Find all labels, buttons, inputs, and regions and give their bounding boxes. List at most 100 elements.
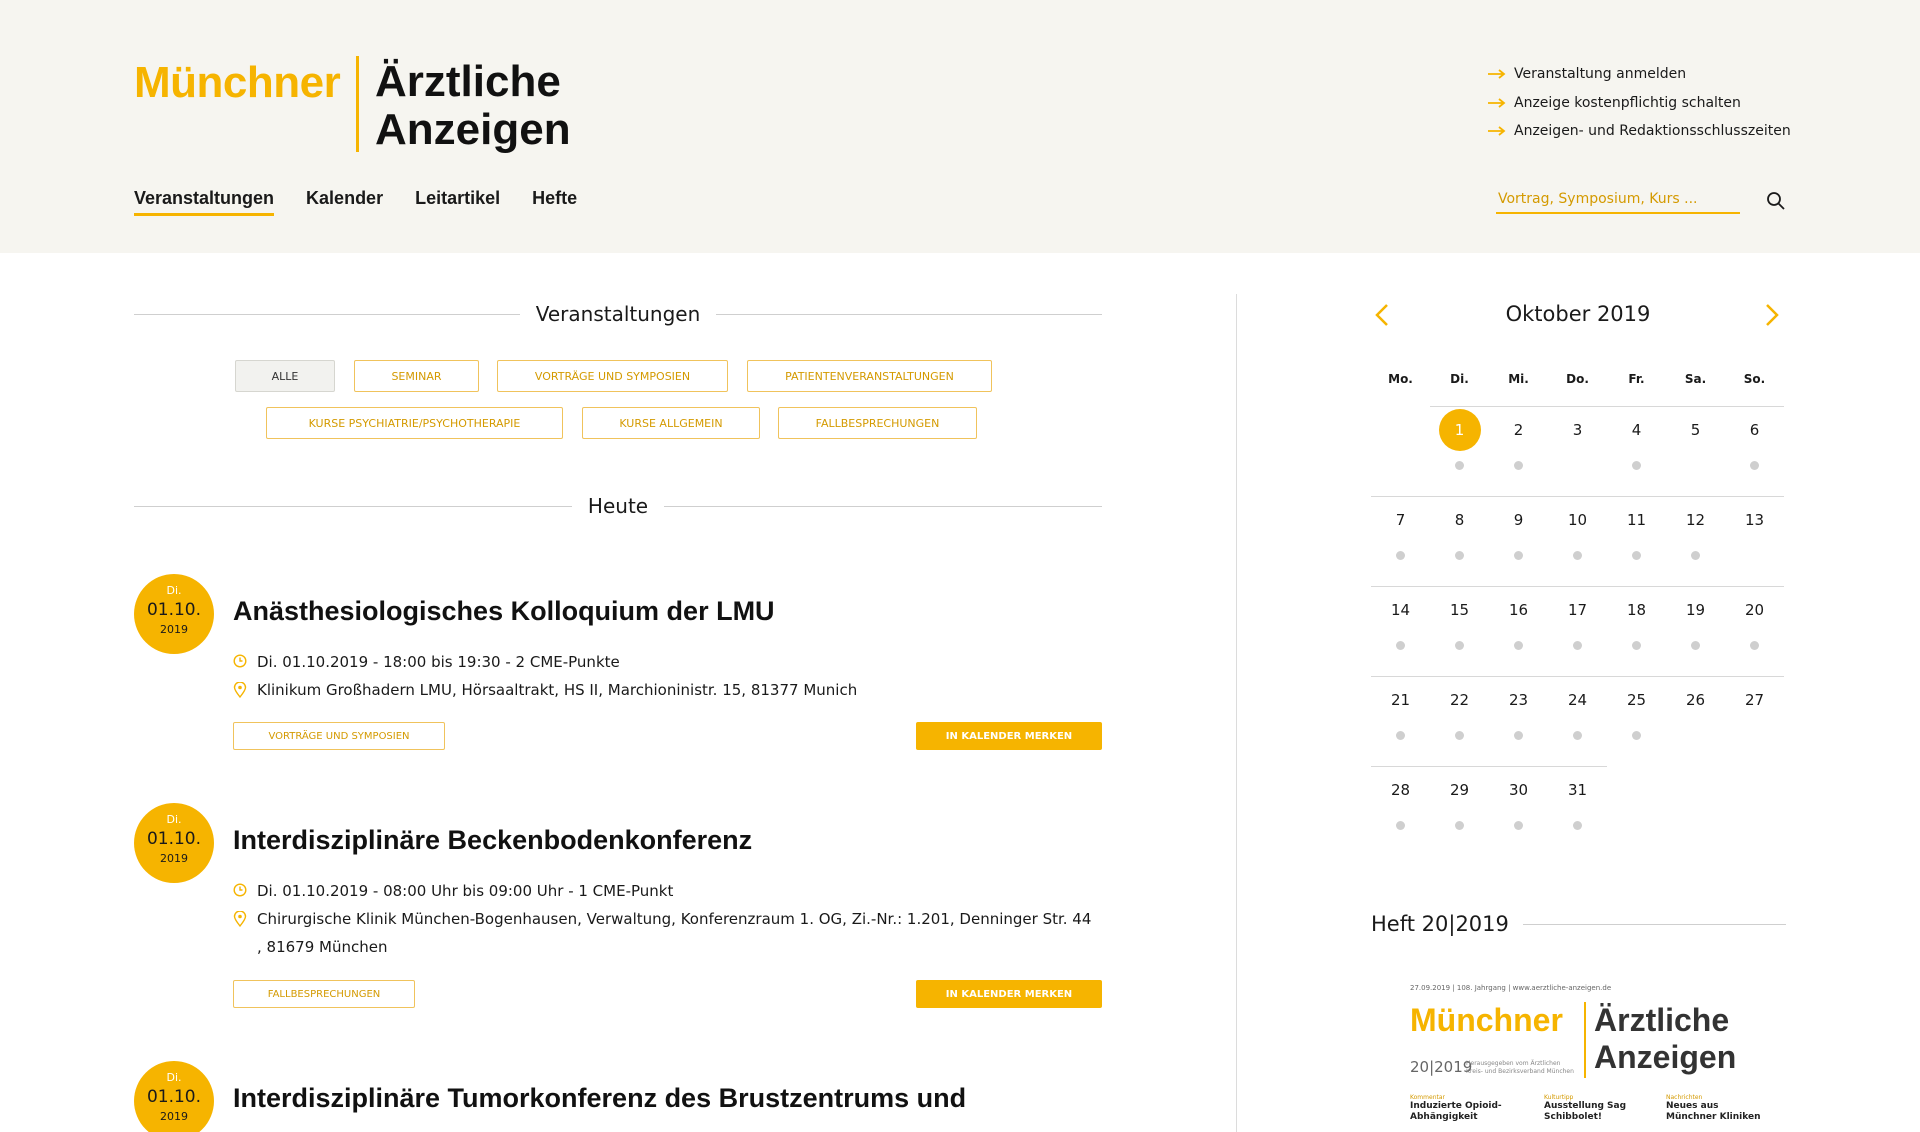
calendar-day-number: 3 bbox=[1572, 421, 1583, 439]
filter-fallbesprechungen[interactable]: FALLBESPRECHUNGEN bbox=[778, 407, 977, 439]
nav-item-leitartikel[interactable]: Leitartikel bbox=[415, 188, 500, 216]
calendar-day[interactable]: 30 bbox=[1489, 769, 1548, 830]
calendar-day[interactable]: 28 bbox=[1371, 769, 1430, 830]
calendar-day[interactable]: 9 bbox=[1489, 499, 1548, 560]
calendar-day[interactable]: 4 bbox=[1607, 409, 1666, 470]
calendar-row-separator bbox=[1371, 766, 1607, 767]
event-title[interactable]: Interdisziplinäre Beckenbodenkonferenz bbox=[233, 825, 752, 856]
calendar-day-number: 9 bbox=[1513, 511, 1524, 529]
calendar-day[interactable]: 24 bbox=[1548, 679, 1607, 740]
cover-teaser-kicker: Kulturtipp bbox=[1544, 1094, 1574, 1101]
quick-link-deadlines[interactable]: Anzeigen- und Redaktionsschlusszeiten bbox=[1488, 117, 1791, 146]
date-badge-year: 2019 bbox=[160, 623, 188, 636]
calendar-day[interactable]: 7 bbox=[1371, 499, 1430, 560]
calendar-day-number: 15 bbox=[1449, 601, 1470, 619]
logo-line-2: Anzeigen bbox=[375, 105, 571, 154]
add-to-calendar-button[interactable]: IN KALENDER MERKEN bbox=[916, 980, 1102, 1008]
nav-item-veranstaltungen[interactable]: Veranstaltungen bbox=[134, 188, 275, 216]
filter-seminar[interactable]: SEMINAR bbox=[354, 360, 479, 392]
calendar-day[interactable]: 17 bbox=[1548, 589, 1607, 650]
event-title[interactable]: Interdisziplinäre Tumorkonferenz des Bru… bbox=[233, 1083, 966, 1114]
calendar-day-number: 21 bbox=[1390, 691, 1411, 709]
calendar-day[interactable]: 20 bbox=[1725, 589, 1784, 650]
nav-item-kalender[interactable]: Kalender bbox=[306, 188, 383, 216]
search-input[interactable] bbox=[1496, 186, 1740, 214]
nav-item-hefte[interactable]: Hefte bbox=[532, 188, 577, 216]
quick-link-paid-ad[interactable]: Anzeige kostenpflichtig schalten bbox=[1488, 89, 1791, 118]
quick-link-event-register[interactable]: Veranstaltung anmelden bbox=[1488, 60, 1791, 89]
calendar-day[interactable]: 21 bbox=[1371, 679, 1430, 740]
calendar-day[interactable]: 23 bbox=[1489, 679, 1548, 740]
event-location: Chirurgische Klinik München-Bogenhausen,… bbox=[233, 905, 1093, 961]
filter-kurse-allgemein[interactable]: KURSE ALLGEMEIN bbox=[582, 407, 760, 439]
search-icon[interactable] bbox=[1766, 191, 1786, 211]
calendar-day[interactable]: 6 bbox=[1725, 409, 1784, 470]
calendar-row-separator bbox=[1371, 676, 1784, 677]
calendar-event-dot bbox=[1396, 821, 1405, 830]
calendar-day-number: 19 bbox=[1685, 601, 1706, 619]
calendar-day[interactable]: 3 bbox=[1548, 409, 1607, 451]
location-pin-icon bbox=[233, 905, 257, 961]
calendar-day[interactable]: 31 bbox=[1548, 769, 1607, 830]
calendar-day[interactable]: 22 bbox=[1430, 679, 1489, 740]
calendar-day[interactable]: 10 bbox=[1548, 499, 1607, 560]
event-title[interactable]: Anästhesiologisches Kolloquium der LMU bbox=[233, 596, 775, 627]
calendar-day[interactable]: 8 bbox=[1430, 499, 1489, 560]
calendar-day[interactable]: 14 bbox=[1371, 589, 1430, 650]
calendar-day-number: 2 bbox=[1513, 421, 1524, 439]
event-category-tag[interactable]: VORTRÄGE UND SYMPOSIEN bbox=[233, 722, 445, 750]
calendar-event-dot bbox=[1514, 821, 1523, 830]
date-badge: Di. 01.10. 2019 bbox=[134, 1061, 214, 1132]
calendar-event-dot bbox=[1573, 551, 1582, 560]
divider-line bbox=[134, 505, 572, 507]
date-badge-year: 2019 bbox=[160, 852, 188, 865]
calendar-day[interactable]: 2 bbox=[1489, 409, 1548, 470]
section-title: Veranstaltungen bbox=[535, 302, 701, 326]
calendar-event-dot bbox=[1691, 551, 1700, 560]
calendar-day-number: 22 bbox=[1449, 691, 1470, 709]
calendar-day[interactable]: 13 bbox=[1725, 499, 1784, 541]
event-time: Di. 01.10.2019 - 18:00 bis 19:30 - 2 CME… bbox=[233, 648, 620, 676]
clock-icon bbox=[233, 648, 257, 676]
calendar-day-number: 14 bbox=[1390, 601, 1411, 619]
calendar-weekday-label: Di. bbox=[1450, 372, 1469, 386]
cover-teaser-title: Neues aus Münchner Kliniken bbox=[1666, 1101, 1761, 1122]
filter-patientenveranstaltungen[interactable]: PATIENTENVERANSTALTUNGEN bbox=[747, 360, 992, 392]
event-category-tag[interactable]: FALLBESPRECHUNGEN bbox=[233, 980, 415, 1008]
calendar-event-dot bbox=[1573, 731, 1582, 740]
calendar-day[interactable]: 29 bbox=[1430, 769, 1489, 830]
calendar-event-dot bbox=[1514, 551, 1523, 560]
calendar-event-dot bbox=[1514, 641, 1523, 650]
calendar-day[interactable]: 18 bbox=[1607, 589, 1666, 650]
calendar-day-number: 28 bbox=[1390, 781, 1411, 799]
calendar-day[interactable]: 19 bbox=[1666, 589, 1725, 650]
calendar-next-month-chevron-right-icon[interactable] bbox=[1762, 300, 1782, 330]
calendar-day[interactable]: 12 bbox=[1666, 499, 1725, 560]
calendar-day[interactable]: 27 bbox=[1725, 679, 1784, 721]
calendar-day-number: 7 bbox=[1395, 511, 1406, 529]
calendar-event-dot bbox=[1632, 731, 1641, 740]
calendar-event-dot bbox=[1632, 551, 1641, 560]
cover-logo-divider bbox=[1584, 1002, 1586, 1078]
calendar-day[interactable]: 5 bbox=[1666, 409, 1725, 451]
calendar-prev-month-chevron-left-icon[interactable] bbox=[1372, 300, 1392, 330]
calendar-day[interactable]: 16 bbox=[1489, 589, 1548, 650]
add-to-calendar-button[interactable]: IN KALENDER MERKEN bbox=[916, 722, 1102, 750]
calendar-day[interactable]: 26 bbox=[1666, 679, 1725, 721]
calendar-day-number: 4 bbox=[1631, 421, 1642, 439]
calendar-day-number: 27 bbox=[1744, 691, 1765, 709]
filter-kurse-psychiatrie[interactable]: KURSE PSYCHIATRIE/PSYCHOTHERAPIE bbox=[266, 407, 563, 439]
date-badge-date: 01.10. bbox=[146, 829, 202, 849]
calendar-day[interactable]: 25 bbox=[1607, 679, 1666, 740]
filter-vortraege-symposien[interactable]: VORTRÄGE UND SYMPOSIEN bbox=[497, 360, 728, 392]
cover-issue: 20|2019 bbox=[1410, 1058, 1473, 1076]
section-heading-veranstaltungen: Veranstaltungen bbox=[134, 302, 1102, 326]
calendar-day[interactable]: 15 bbox=[1430, 589, 1489, 650]
calendar-day-number: 23 bbox=[1508, 691, 1529, 709]
calendar-day[interactable]: 11 bbox=[1607, 499, 1666, 560]
filter-alle[interactable]: ALLE bbox=[235, 360, 335, 392]
event-location-text: Chirurgische Klinik München-Bogenhausen,… bbox=[257, 905, 1091, 961]
heft-cover-image[interactable]: 27.09.2019 | 108. Jahrgang | www.aerztli… bbox=[1398, 976, 1762, 1132]
arrow-right-icon bbox=[1488, 126, 1506, 136]
calendar-day[interactable]: 1 bbox=[1430, 409, 1489, 470]
